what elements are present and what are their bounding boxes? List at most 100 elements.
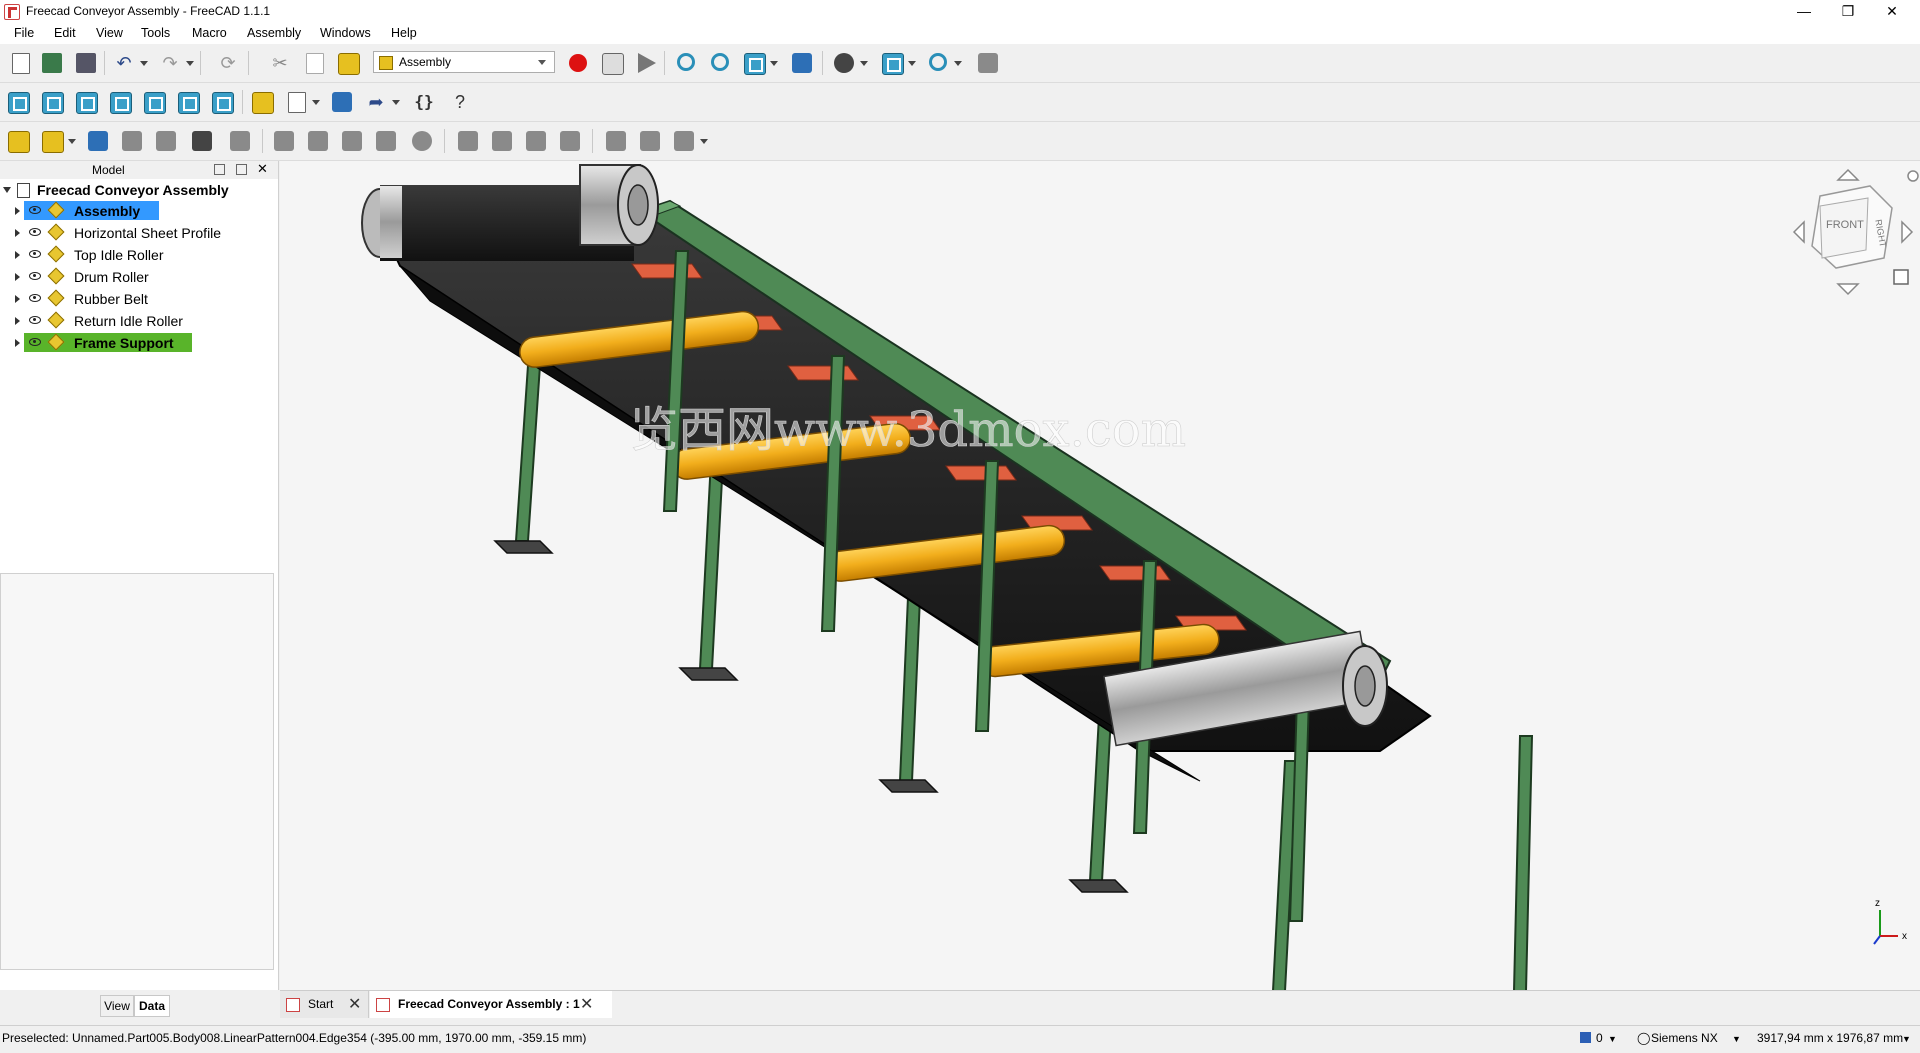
rack-pinion-button[interactable] xyxy=(604,129,628,153)
tree-item-assembly[interactable]: Assembly xyxy=(0,201,278,221)
copy-button[interactable] xyxy=(302,51,326,75)
toggle-grounded-button[interactable] xyxy=(228,129,252,153)
visibility-eye-icon[interactable] xyxy=(29,316,41,324)
cut-button[interactable]: ✂ xyxy=(268,51,292,75)
revolute-joint-button[interactable] xyxy=(306,129,330,153)
fixed-joint-button[interactable] xyxy=(272,129,296,153)
stereo-dropdown-icon[interactable] xyxy=(860,61,868,66)
visibility-eye-icon[interactable] xyxy=(29,206,41,214)
slider-joint-button[interactable] xyxy=(374,129,398,153)
expand-arrow-icon[interactable] xyxy=(15,317,20,325)
tree-item-top-idle-roller[interactable]: Top Idle Roller xyxy=(0,245,278,265)
insert-dropdown-icon[interactable] xyxy=(68,139,76,144)
stereo-button[interactable] xyxy=(832,51,856,75)
workbench-selector[interactable]: Assembly xyxy=(373,51,555,73)
rear-view-button[interactable] xyxy=(142,90,166,114)
parallel-joint-button[interactable] xyxy=(490,129,514,153)
tab-conveyor-close-icon[interactable]: ✕ xyxy=(580,991,593,1018)
tab-conveyor-assembly[interactable]: Freecad Conveyor Assembly : 1 ✕ xyxy=(370,991,612,1018)
count-dropdown-icon[interactable]: ▼ xyxy=(1608,1034,1617,1044)
sketch-dropdown-icon[interactable] xyxy=(312,100,320,105)
nav-arrow-right-icon[interactable] xyxy=(1901,220,1914,244)
cylindrical-joint-button[interactable] xyxy=(340,129,364,153)
link-dropdown-icon[interactable] xyxy=(392,100,400,105)
nav-cube-menu-icon[interactable] xyxy=(1907,170,1919,182)
isometric-view-button[interactable] xyxy=(6,90,30,114)
record-macro-button[interactable] xyxy=(566,51,590,75)
visibility-eye-icon[interactable] xyxy=(29,272,41,280)
minimize-button[interactable]: — xyxy=(1782,0,1826,24)
draw-style-button[interactable] xyxy=(742,51,766,75)
link-actions-button[interactable]: ➦ xyxy=(364,90,388,114)
new-document-button[interactable] xyxy=(8,51,32,75)
expand-arrow-icon[interactable] xyxy=(15,207,20,215)
zoom-dropdown-icon[interactable] xyxy=(954,61,962,66)
expand-arrow-icon[interactable] xyxy=(15,339,20,347)
nav-cube-small-cube-icon[interactable] xyxy=(1893,269,1909,285)
3d-viewport[interactable]: 览西网www.3dmox.com z x xyxy=(280,161,1920,990)
left-view-button[interactable] xyxy=(210,90,234,114)
expand-arrow-icon[interactable] xyxy=(15,295,20,303)
create-part-button[interactable] xyxy=(250,90,274,114)
redo-button[interactable]: ↷ xyxy=(158,51,182,75)
bottom-view-button[interactable] xyxy=(176,90,200,114)
front-view-button[interactable] xyxy=(40,90,64,114)
expand-arrow-icon[interactable] xyxy=(15,273,20,281)
variable-set-button[interactable]: {} xyxy=(412,90,436,114)
nav-style-dropdown-icon[interactable]: ▼ xyxy=(1732,1034,1741,1044)
gears-joint-button[interactable] xyxy=(672,129,696,153)
save-document-button[interactable] xyxy=(74,51,98,75)
right-view-button[interactable] xyxy=(108,90,132,114)
perpendicular-joint-button[interactable] xyxy=(524,129,548,153)
status-count[interactable]: 0 xyxy=(1596,1031,1603,1045)
distance-joint-button[interactable] xyxy=(456,129,480,153)
standard-views-dropdown-icon[interactable] xyxy=(908,61,916,66)
tree-item-return-idle-roller[interactable]: Return Idle Roller xyxy=(0,311,278,331)
restore-button[interactable]: ❐ xyxy=(1826,0,1870,24)
panel-close-button[interactable]: ✕ xyxy=(257,162,268,175)
ball-joint-button[interactable] xyxy=(410,129,434,153)
tab-start-close-icon[interactable]: ✕ xyxy=(348,991,361,1018)
open-document-button[interactable] xyxy=(40,51,64,75)
visibility-eye-icon[interactable] xyxy=(29,294,41,302)
create-sketch-button[interactable] xyxy=(284,90,308,114)
bom-button[interactable] xyxy=(190,129,214,153)
menu-view[interactable]: View xyxy=(96,26,123,40)
tab-view[interactable]: View xyxy=(100,995,134,1017)
fit-all-button[interactable] xyxy=(674,51,698,75)
zoom-button[interactable] xyxy=(926,51,950,75)
bounding-box-button[interactable] xyxy=(790,51,814,75)
tab-start[interactable]: Start ✕ xyxy=(280,991,369,1018)
solve-assembly-button[interactable] xyxy=(86,129,110,153)
macros-button[interactable] xyxy=(600,51,624,75)
menu-edit[interactable]: Edit xyxy=(54,26,76,40)
measure-button[interactable] xyxy=(976,51,1000,75)
menu-tools[interactable]: Tools xyxy=(141,26,170,40)
explode-button[interactable] xyxy=(120,129,144,153)
menu-windows[interactable]: Windows xyxy=(320,26,371,40)
undo-button[interactable]: ↶ xyxy=(112,51,136,75)
insert-component-button[interactable] xyxy=(40,129,64,153)
visibility-eye-icon[interactable] xyxy=(29,338,41,346)
tree-item-frame-support[interactable]: Frame Support xyxy=(0,333,278,353)
new-assembly-button[interactable] xyxy=(6,129,30,153)
tab-data[interactable]: Data xyxy=(134,995,170,1017)
fit-selection-button[interactable] xyxy=(708,51,732,75)
panel-float-button[interactable] xyxy=(214,164,225,175)
close-window-button[interactable]: ✕ xyxy=(1870,0,1914,24)
expand-arrow-icon[interactable] xyxy=(15,229,20,237)
dimensions-dropdown-icon[interactable]: ▼ xyxy=(1902,1034,1911,1044)
visibility-eye-icon[interactable] xyxy=(29,250,41,258)
nav-arrow-left-icon[interactable] xyxy=(1792,220,1805,244)
gears-dropdown-icon[interactable] xyxy=(700,139,708,144)
angle-joint-button[interactable] xyxy=(558,129,582,153)
navigation-cube[interactable]: FRONT RIGHT xyxy=(1790,166,1920,306)
paste-button[interactable] xyxy=(336,51,360,75)
create-group-button[interactable] xyxy=(330,90,354,114)
expand-arrow-icon[interactable] xyxy=(15,251,20,259)
visibility-eye-icon[interactable] xyxy=(29,228,41,236)
expand-arrow-icon[interactable] xyxy=(3,187,11,193)
tree-item-rubber-belt[interactable]: Rubber Belt xyxy=(0,289,278,309)
tree-root-document[interactable]: Freecad Conveyor Assembly xyxy=(0,181,278,199)
redo-dropdown-icon[interactable] xyxy=(186,61,194,66)
